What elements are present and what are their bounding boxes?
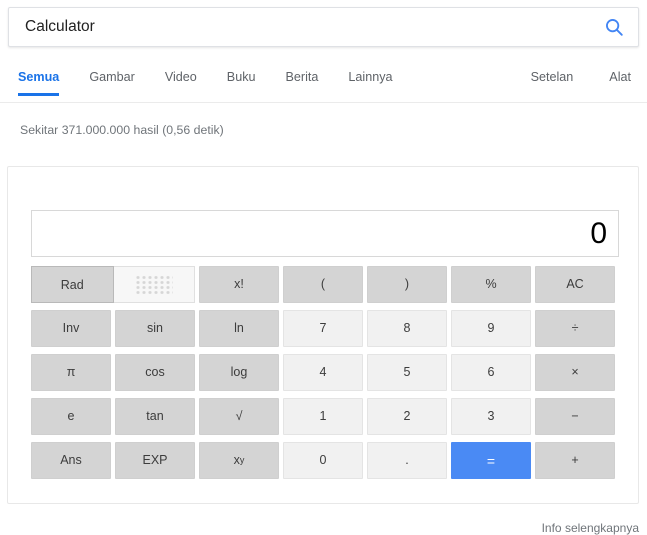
- calc-key-[interactable]: ÷: [535, 310, 615, 347]
- tab-alat[interactable]: Alat: [609, 62, 631, 95]
- calc-key-log[interactable]: log: [199, 354, 279, 391]
- calc-key-AC[interactable]: AC: [535, 266, 615, 303]
- placeholder-dot-grid-icon: [134, 274, 173, 295]
- calc-key-[interactable]: ×: [535, 354, 615, 391]
- calc-key-Inv[interactable]: Inv: [31, 310, 111, 347]
- calc-key-EXP[interactable]: EXP: [115, 442, 195, 479]
- calc-key-e[interactable]: e: [31, 398, 111, 435]
- result-stats: Sekitar 371.000.000 hasil (0,56 detik): [20, 123, 224, 137]
- search-bar: [8, 7, 639, 47]
- calc-key-2[interactable]: 2: [367, 398, 447, 435]
- tab-video[interactable]: Video: [165, 62, 197, 95]
- calc-key-sin[interactable]: sin: [115, 310, 195, 347]
- calc-key-tan[interactable]: tan: [115, 398, 195, 435]
- more-info-link[interactable]: Info selengkapnya: [542, 521, 639, 535]
- calc-key-ln[interactable]: ln: [199, 310, 279, 347]
- calc-key-0[interactable]: 0: [283, 442, 363, 479]
- tab-lainnya[interactable]: Lainnya: [348, 62, 392, 95]
- display-value: 0: [590, 216, 607, 250]
- tab-buku[interactable]: Buku: [227, 62, 256, 95]
- tab-setelan[interactable]: Setelan: [531, 62, 574, 95]
- calculator-display: 0: [31, 210, 619, 257]
- angle-mode-rad[interactable]: Rad: [31, 266, 114, 303]
- calc-key-[interactable]: %: [451, 266, 531, 303]
- calc-key-[interactable]: .: [367, 442, 447, 479]
- calc-key-[interactable]: −: [535, 398, 615, 435]
- calc-key-[interactable]: ): [367, 266, 447, 303]
- calculator-keypad: Rad x!()% AC Inv sin ln 7 8 9 ÷ π cos log 4 5 6 × e tan √ 1…: [31, 266, 619, 479]
- calc-key-[interactable]: √: [199, 398, 279, 435]
- calc-key-6[interactable]: 6: [451, 354, 531, 391]
- calc-key-8[interactable]: 8: [367, 310, 447, 347]
- angle-mode-toggle: Rad: [31, 266, 195, 303]
- angle-mode-deg[interactable]: [113, 266, 195, 303]
- tabs-left-group: Semua Gambar Video Buku Berita Lainnya: [18, 62, 423, 96]
- tab-gambar[interactable]: Gambar: [89, 62, 135, 95]
- calc-key-Ans[interactable]: Ans: [31, 442, 111, 479]
- calc-key-9[interactable]: 9: [451, 310, 531, 347]
- tab-semua[interactable]: Semua: [18, 62, 60, 96]
- calc-key-5[interactable]: 5: [367, 354, 447, 391]
- calc-key-[interactable]: +: [535, 442, 615, 479]
- calc-key-x[interactable]: x!: [199, 266, 279, 303]
- calc-key-1[interactable]: 1: [283, 398, 363, 435]
- calculator-card: 0 Rad x!()% AC Inv sin ln 7 8 9 ÷ π cos log 4 5 6 × e tan…: [7, 166, 639, 504]
- search-tabs: Semua Gambar Video Buku Berita Lainnya S…: [0, 62, 647, 103]
- calc-key-[interactable]: (: [283, 266, 363, 303]
- search-input[interactable]: [9, 8, 590, 46]
- tab-berita[interactable]: Berita: [286, 62, 319, 95]
- calc-key-cos[interactable]: cos: [115, 354, 195, 391]
- calc-key-x[interactable]: xy: [199, 442, 279, 479]
- tabs-right-group: Setelan Alat: [495, 62, 631, 95]
- calc-key-3[interactable]: 3: [451, 398, 531, 435]
- calc-key-[interactable]: π: [31, 354, 111, 391]
- search-icon[interactable]: [590, 8, 638, 46]
- calc-key-4[interactable]: 4: [283, 354, 363, 391]
- calc-key-[interactable]: =: [451, 442, 531, 479]
- calculator-body: 0 Rad x!()% AC Inv sin ln 7 8 9 ÷ π cos log 4 5 6 × e tan…: [31, 210, 619, 479]
- calc-key-7[interactable]: 7: [283, 310, 363, 347]
